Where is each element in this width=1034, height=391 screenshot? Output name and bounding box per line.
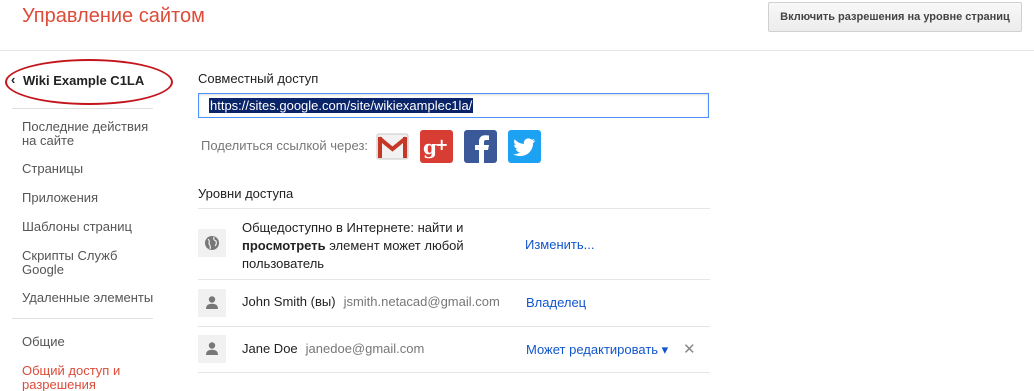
change-access-link[interactable]: Изменить... — [525, 237, 594, 252]
sidebar: ‹ Wiki Example C1LA Последние действия н… — [0, 52, 175, 391]
sidebar-divider — [12, 108, 153, 109]
row-divider — [198, 372, 710, 373]
sidebar-item-recent-activity[interactable]: Последние действия на сайте — [22, 120, 162, 148]
page-title: Управление сайтом — [22, 5, 205, 27]
globe-icon — [198, 229, 226, 257]
sidebar-item-sharing-permissions[interactable]: Общий доступ и разрешения — [22, 364, 142, 391]
sharing-label: Совместный доступ — [198, 71, 319, 86]
public-access-description: Общедоступно в Интернете: найти и просмо… — [242, 220, 464, 271]
person-icon — [198, 335, 226, 363]
sidebar-item-pages[interactable]: Страницы — [22, 162, 83, 176]
sidebar-item-page-templates[interactable]: Шаблоны страниц — [22, 220, 132, 234]
sidebar-divider — [12, 318, 153, 319]
header: Управление сайтом Включить разрешения на… — [0, 0, 1034, 51]
main-content: Совместный доступ https://sites.google.c… — [198, 52, 718, 391]
row-divider — [198, 208, 710, 209]
chevron-left-icon: ‹ — [11, 72, 16, 87]
site-name: Wiki Example C1LA — [23, 73, 145, 88]
sidebar-item-apps[interactable]: Приложения — [22, 191, 98, 205]
twitter-icon[interactable] — [508, 130, 541, 163]
row-divider — [198, 326, 710, 327]
gmail-icon[interactable] — [376, 130, 409, 163]
person-icon — [198, 289, 226, 317]
user-email: jsmith.netacad@gmail.com — [343, 294, 500, 309]
user-role: Владелец — [526, 295, 587, 310]
sidebar-item-general[interactable]: Общие — [22, 335, 65, 349]
share-link-field[interactable]: https://sites.google.com/site/wikiexampl… — [198, 93, 709, 118]
access-levels-label: Уровни доступа — [198, 186, 294, 201]
google-plus-icon[interactable]: g + — [420, 130, 453, 163]
remove-user-icon[interactable]: ✕ — [683, 340, 696, 358]
user-email: janedoe@gmail.com — [305, 341, 425, 356]
svg-text:+: + — [435, 135, 448, 154]
user-name: John Smith (вы) — [242, 294, 336, 309]
permission-dropdown[interactable]: Может редактировать ▾ — [526, 342, 668, 358]
sidebar-item-apps-script[interactable]: Скрипты Служб Google — [22, 249, 132, 277]
site-name-link[interactable]: ‹ Wiki Example C1LA — [5, 59, 173, 109]
share-via-label: Поделиться ссылкой через: — [201, 138, 369, 153]
user-name: Jane Doe — [242, 341, 298, 356]
row-divider — [198, 279, 710, 280]
share-link-value: https://sites.google.com/site/wikiexampl… — [209, 98, 474, 113]
facebook-icon[interactable] — [464, 130, 497, 163]
enable-page-permissions-button[interactable]: Включить разрешения на уровне страниц — [768, 2, 1022, 32]
sidebar-item-deleted-items[interactable]: Удаленные элементы — [22, 291, 153, 305]
